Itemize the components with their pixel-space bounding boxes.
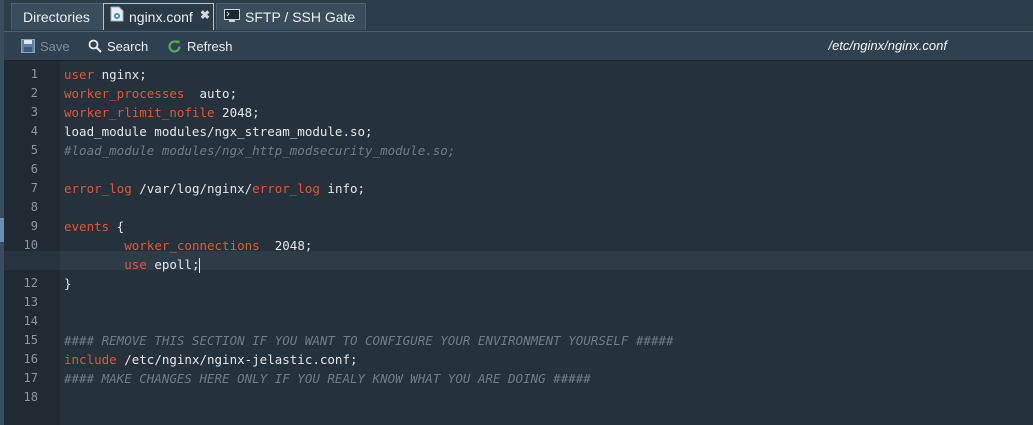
tab-sftp-ssh-gate[interactable]: SFTP / SSH Gate bbox=[216, 3, 366, 30]
line-number: 9 bbox=[30, 219, 38, 233]
tab-directories[interactable]: Directories bbox=[11, 3, 105, 30]
code-keyword: error_log bbox=[64, 181, 132, 196]
code-line: user nginx; bbox=[64, 65, 147, 84]
code-line: include /etc/nginx/nginx-jelastic.conf; bbox=[64, 350, 358, 369]
line-number: 12 bbox=[23, 276, 38, 290]
line-number: 6 bbox=[30, 162, 38, 176]
tab-nginx-conf[interactable]: nginx.conf ✖ bbox=[103, 3, 214, 30]
code-keyword: worker_connections bbox=[124, 238, 260, 253]
line-number: 14 bbox=[23, 314, 38, 328]
code-keyword: worker_rlimit_nofile bbox=[64, 105, 215, 120]
code-text: /etc/nginx/nginx-jelastic.conf; bbox=[116, 352, 358, 367]
code-text: 2048; bbox=[214, 105, 260, 120]
search-button[interactable]: Search bbox=[88, 32, 148, 60]
code-text: epoll; bbox=[146, 257, 200, 272]
save-label: Save bbox=[40, 38, 70, 54]
line-number: 3 bbox=[30, 105, 38, 119]
tab-label: Directories bbox=[23, 8, 90, 25]
line-number: 8 bbox=[30, 200, 38, 214]
line-number: 16 bbox=[23, 352, 38, 366]
line-number: 1 bbox=[30, 67, 38, 81]
refresh-icon bbox=[167, 39, 182, 54]
code-line: worker_processes auto; bbox=[64, 84, 237, 103]
line-number: 7 bbox=[30, 181, 38, 195]
line-number: 17 bbox=[23, 371, 38, 385]
code-line: #### REMOVE THIS SECTION IF YOU WANT TO … bbox=[64, 331, 674, 350]
code-line: load_module modules/ngx_stream_module.so… bbox=[64, 122, 373, 141]
code-keyword: use bbox=[124, 257, 147, 272]
code-line: #load_module modules/ngx_http_modsecurit… bbox=[64, 141, 455, 160]
refresh-label: Refresh bbox=[187, 38, 233, 54]
line-number-gutter: 123456789101112131415161718 bbox=[4, 61, 60, 425]
code-keyword: user bbox=[64, 67, 95, 82]
code-text: info; bbox=[319, 181, 366, 196]
code-keyword: events bbox=[64, 219, 110, 234]
code-text: load_module modules/ngx_stream_module.so… bbox=[64, 124, 373, 139]
refresh-button[interactable]: Refresh bbox=[167, 32, 233, 60]
file-path: /etc/nginx/nginx.conf bbox=[828, 38, 947, 53]
code-line: error_log /var/log/nginx/error_log info; bbox=[64, 179, 365, 198]
code-text: 2048; bbox=[259, 238, 313, 253]
code-comment: #### REMOVE THIS SECTION IF YOU WANT TO … bbox=[64, 333, 674, 348]
line-number: 15 bbox=[23, 333, 38, 347]
code-text: auto; bbox=[184, 86, 238, 101]
code-line: worker_rlimit_nofile 2048; bbox=[64, 103, 260, 122]
line-number: 4 bbox=[30, 124, 38, 138]
tab-bar: Directories nginx.conf ✖ SFTP / SSH Gate bbox=[4, 0, 1033, 32]
code-comment: #### MAKE CHANGES HERE ONLY IF YOU REALY… bbox=[64, 371, 591, 386]
line-number: 2 bbox=[30, 86, 38, 100]
terminal-icon bbox=[224, 4, 240, 31]
line-number: 10 bbox=[23, 238, 38, 252]
code-text: /var/log/nginx/ bbox=[131, 181, 253, 196]
tab-label: nginx.conf bbox=[129, 8, 193, 25]
save-button[interactable]: Save bbox=[21, 32, 70, 60]
close-icon[interactable]: ✖ bbox=[200, 2, 210, 29]
code-keyword: worker_processes bbox=[64, 86, 185, 101]
code-line: } bbox=[64, 274, 72, 293]
search-label: Search bbox=[107, 38, 149, 54]
line-number: 18 bbox=[23, 390, 38, 404]
code-line: events { bbox=[64, 217, 124, 236]
code-editor[interactable]: 123456789101112131415161718 user nginx;w… bbox=[4, 61, 1033, 425]
code-line: use epoll; bbox=[64, 255, 201, 274]
code-text: { bbox=[109, 219, 125, 234]
line-number: 5 bbox=[30, 143, 38, 157]
code-text: nginx; bbox=[94, 67, 147, 82]
code-line: #### MAKE CHANGES HERE ONLY IF YOU REALY… bbox=[64, 369, 591, 388]
text-caret bbox=[199, 258, 201, 273]
active-line-gutter bbox=[4, 251, 60, 270]
search-icon bbox=[88, 39, 102, 53]
tab-label: SFTP / SSH Gate bbox=[245, 8, 356, 25]
code-text: } bbox=[64, 276, 72, 291]
code-comment: #load_module modules/ngx_http_modsecurit… bbox=[64, 143, 456, 158]
code-keyword: include bbox=[64, 352, 117, 367]
floppy-disk-icon bbox=[21, 39, 35, 53]
toolbar: Save Search Refresh /etc/nginx/nginx.con… bbox=[4, 32, 1033, 61]
gear-file-icon bbox=[110, 4, 124, 31]
line-number: 13 bbox=[23, 295, 38, 309]
code-line: worker_connections 2048; bbox=[64, 236, 312, 255]
code-keyword: error_log bbox=[252, 181, 320, 196]
